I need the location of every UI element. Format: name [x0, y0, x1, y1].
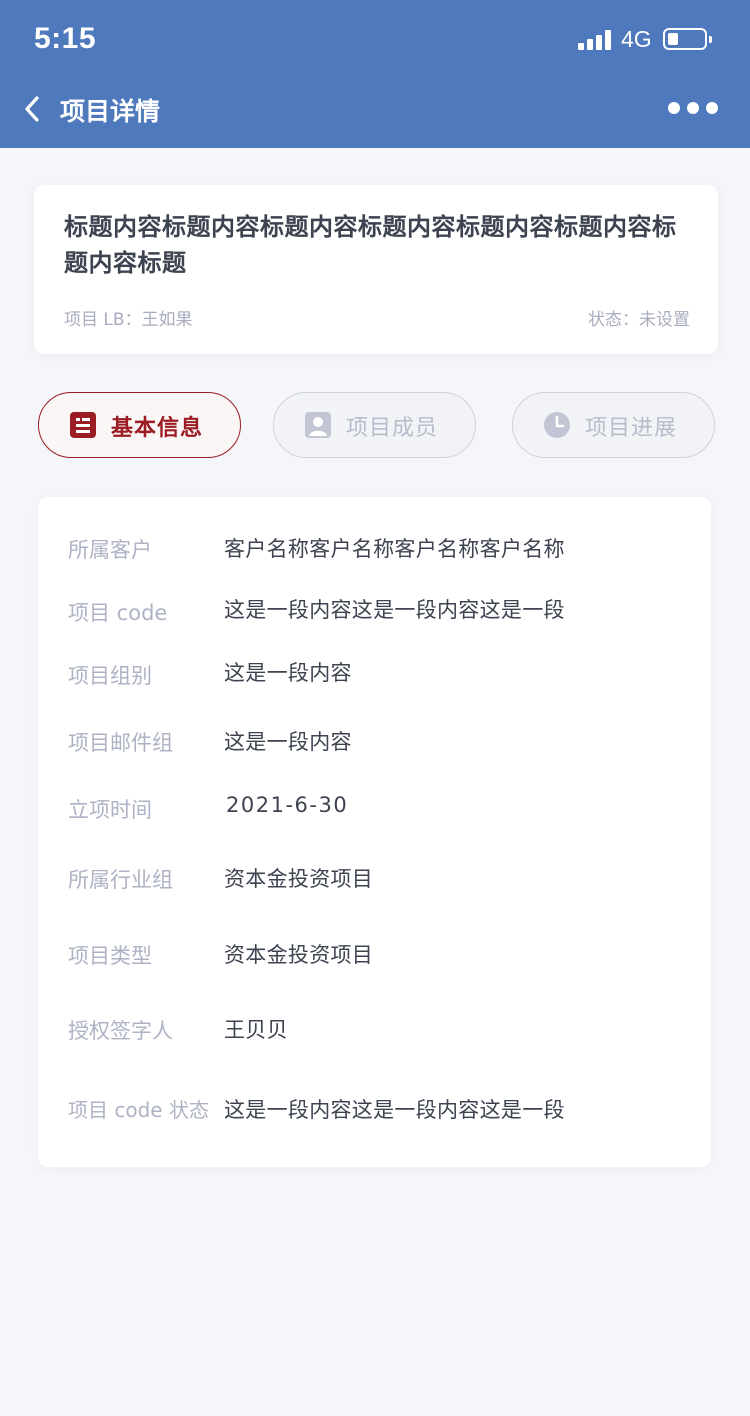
signal-icon [578, 30, 612, 50]
tab-label: 项目成员 [346, 416, 439, 441]
back-button[interactable] [22, 94, 44, 124]
project-lb: 项目 LB：王如果 [64, 310, 193, 330]
tab-project-progress[interactable]: 项目进展 [512, 392, 715, 458]
info-label-project-code-status: 项目 code 状态 [68, 1098, 209, 1122]
info-label-start-date: 立项时间 [68, 798, 152, 822]
app-header: 5:15 4G 项目详情 [0, 0, 750, 148]
info-label-mail-group: 项目邮件组 [68, 731, 173, 755]
clock-icon [544, 412, 570, 438]
info-label-project-code: 项目 code [68, 601, 168, 625]
tab-label: 项目进展 [585, 416, 678, 441]
tab-basic-info[interactable]: 基本信息 [38, 392, 241, 458]
info-label-group: 项目组别 [68, 664, 152, 688]
info-label-signatory: 授权签字人 [68, 1019, 173, 1043]
project-title: 标题内容标题内容标题内容标题内容标题内容标题内容标题内容标题 [64, 213, 677, 277]
tab-project-members[interactable]: 项目成员 [273, 392, 476, 458]
chevron-left-icon [25, 96, 39, 122]
info-label-industry-group: 所属行业组 [68, 868, 173, 892]
project-summary-card: 标题内容标题内容标题内容标题内容标题内容标题内容标题内容标题 项目 LB：王如果… [34, 185, 718, 354]
page-title: 项目详情 [60, 97, 161, 126]
project-status: 状态：未设置 [588, 310, 690, 330]
basic-info-card: 所属客户 客户名称客户名称客户名称客户名称 项目 code 这是一段内容这是一段… [38, 497, 711, 1167]
info-value-project-code: 这是一段内容这是一段内容这是一段 [224, 598, 565, 622]
info-label-project-type: 项目类型 [68, 944, 152, 968]
status-bar: 5:15 4G [0, 0, 750, 80]
more-button[interactable] [668, 100, 718, 118]
tab-label: 基本信息 [111, 416, 204, 441]
info-value-project-code-status: 这是一段内容这是一段内容这是一段 [224, 1098, 565, 1122]
more-horizontal-icon [668, 102, 680, 114]
info-value-start-date: 2021-6-30 [226, 793, 349, 817]
info-value-client: 客户名称客户名称客户名称客户名称 [224, 537, 565, 561]
status-time: 5:15 [34, 22, 97, 55]
info-value-group: 这是一段内容 [224, 661, 352, 685]
battery-icon [663, 28, 712, 50]
info-label-client: 所属客户 [68, 538, 152, 562]
user-icon [305, 412, 331, 438]
network-type: 4G [621, 26, 652, 52]
info-value-industry-group: 资本金投资项目 [224, 867, 374, 891]
document-list-icon [70, 412, 96, 438]
info-value-mail-group: 这是一段内容 [224, 730, 352, 754]
info-value-project-type: 资本金投资项目 [224, 943, 374, 967]
info-value-signatory: 王贝贝 [224, 1018, 288, 1042]
